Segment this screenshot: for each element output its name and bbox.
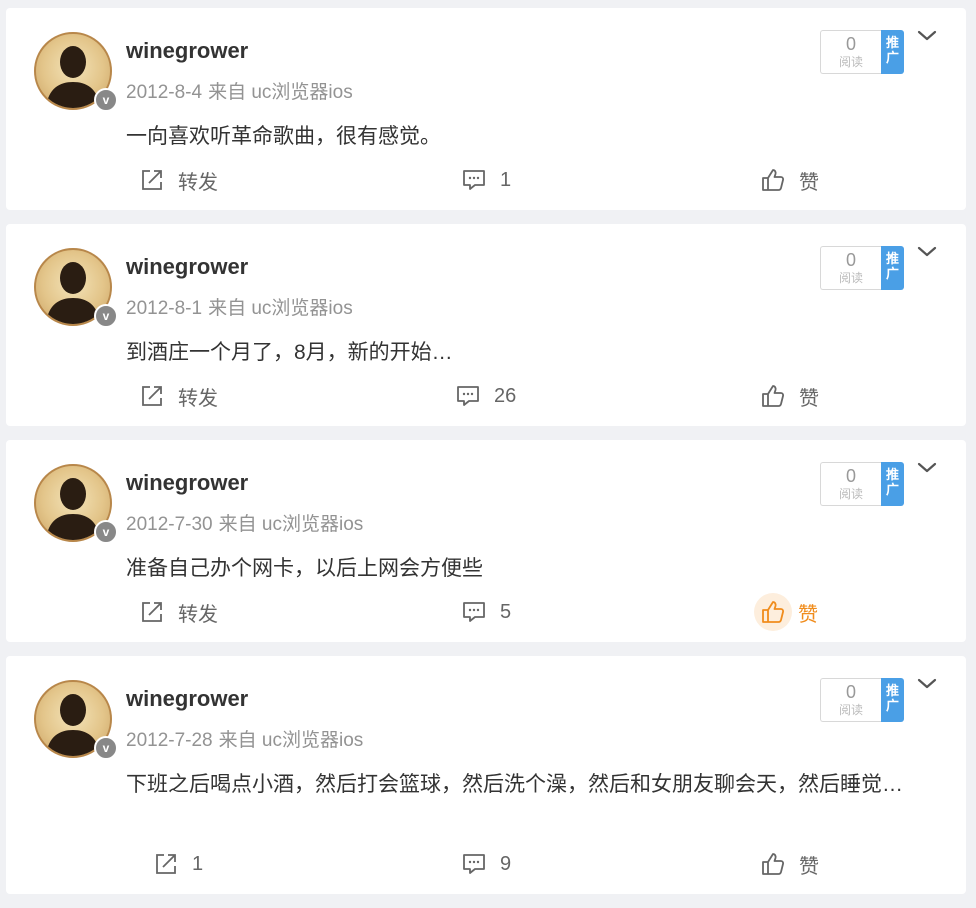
comment-bubble-icon bbox=[460, 850, 488, 878]
thumbs-up-icon bbox=[754, 593, 792, 631]
post-source: 来自 uc浏览器ios bbox=[218, 514, 364, 535]
forward-button[interactable]: 转发 bbox=[138, 376, 218, 416]
forward-label: 转发 bbox=[178, 387, 218, 410]
promote-widget[interactable]: 0 阅读 推广 bbox=[820, 678, 904, 722]
share-box-icon bbox=[152, 850, 180, 878]
read-label: 阅读 bbox=[838, 271, 863, 285]
post-source: 来自 uc浏览器ios bbox=[208, 298, 353, 319]
username[interactable]: winegrower bbox=[126, 686, 248, 712]
forward-button[interactable]: 转发 bbox=[138, 592, 218, 632]
read-count-box: 0 阅读 bbox=[820, 246, 881, 290]
forward-button[interactable]: 转发 bbox=[138, 160, 218, 200]
post-card: v winegrower 2012-8-4 来自 uc浏览器ios 一向喜欢听革命… bbox=[6, 8, 966, 210]
like-button[interactable]: 赞 bbox=[759, 160, 819, 200]
share-box-icon bbox=[138, 166, 166, 194]
thumbs-up-icon bbox=[759, 850, 787, 878]
weibo-feed: v winegrower 2012-8-4 来自 uc浏览器ios 一向喜欢听革命… bbox=[6, 8, 966, 908]
like-label: 赞 bbox=[799, 387, 819, 410]
post-source: 来自 uc浏览器ios bbox=[218, 730, 364, 751]
avatar[interactable]: v bbox=[34, 464, 118, 544]
chevron-down-icon[interactable] bbox=[916, 676, 938, 692]
verified-badge-icon: v bbox=[94, 520, 118, 544]
post-source: 来自 uc浏览器ios bbox=[208, 82, 353, 103]
post-text: 准备自己办个网卡，以后上网会方便些 bbox=[126, 557, 483, 580]
comment-button[interactable]: 1 bbox=[460, 160, 511, 200]
thumbs-up-icon bbox=[759, 382, 787, 410]
post-text: 一向喜欢听革命歌曲，很有感觉。 bbox=[126, 125, 441, 148]
promote-button[interactable]: 推广 bbox=[881, 30, 904, 74]
verified-badge-icon: v bbox=[94, 304, 118, 328]
promote-widget[interactable]: 0 阅读 推广 bbox=[820, 246, 904, 290]
forward-count: 1 bbox=[192, 852, 204, 875]
post-meta: 2012-7-28 来自 uc浏览器ios bbox=[126, 725, 363, 752]
comment-count: 5 bbox=[500, 600, 512, 623]
promote-button[interactable]: 推广 bbox=[881, 462, 904, 506]
like-button[interactable]: 赞 bbox=[754, 592, 818, 632]
comment-button[interactable]: 9 bbox=[460, 844, 511, 884]
comment-bubble-icon bbox=[454, 382, 482, 410]
like-button[interactable]: 赞 bbox=[759, 844, 819, 884]
read-count: 0 bbox=[845, 682, 856, 702]
comment-count: 26 bbox=[494, 384, 517, 407]
post-meta: 2012-7-30 来自 uc浏览器ios bbox=[126, 509, 363, 536]
comment-button[interactable]: 5 bbox=[460, 592, 511, 632]
post-date[interactable]: 2012-8-4 bbox=[126, 82, 202, 103]
like-label: 赞 bbox=[799, 171, 819, 194]
forward-label: 转发 bbox=[178, 171, 218, 194]
action-bar: 转发 26 赞 bbox=[6, 376, 966, 416]
username[interactable]: winegrower bbox=[126, 470, 248, 496]
avatar[interactable]: v bbox=[34, 680, 118, 760]
read-count: 0 bbox=[845, 34, 856, 54]
share-box-icon bbox=[138, 382, 166, 410]
read-label: 阅读 bbox=[838, 487, 863, 501]
post-text: 到酒庄一个月了，8月，新的开始… bbox=[126, 341, 453, 364]
promote-widget[interactable]: 0 阅读 推广 bbox=[820, 30, 904, 74]
post-text: 下班之后喝点小酒，然后打会篮球，然后洗个澡，然后和女朋友聊会天，然后睡觉… bbox=[126, 773, 903, 796]
avatar[interactable]: v bbox=[34, 248, 118, 328]
forward-label: 转发 bbox=[178, 603, 218, 626]
read-count: 0 bbox=[845, 466, 856, 486]
verified-badge-icon: v bbox=[94, 88, 118, 112]
avatar[interactable]: v bbox=[34, 32, 118, 112]
forward-button[interactable]: 1 bbox=[152, 844, 203, 884]
read-count-box: 0 阅读 bbox=[820, 678, 881, 722]
promote-button[interactable]: 推广 bbox=[881, 246, 904, 290]
comment-bubble-icon bbox=[460, 598, 488, 626]
read-count-box: 0 阅读 bbox=[820, 30, 881, 74]
like-button[interactable]: 赞 bbox=[759, 376, 819, 416]
action-bar: 转发 1 赞 bbox=[6, 160, 966, 200]
post-date[interactable]: 2012-8-1 bbox=[126, 298, 202, 319]
chevron-down-icon[interactable] bbox=[916, 28, 938, 44]
action-bar: 1 9 赞 bbox=[6, 844, 966, 884]
post-card: v winegrower 2012-7-30 来自 uc浏览器ios 准备自己办个… bbox=[6, 440, 966, 642]
promote-button[interactable]: 推广 bbox=[881, 678, 904, 722]
action-bar: 转发 5 赞 bbox=[6, 592, 966, 632]
thumbs-up-icon bbox=[759, 166, 787, 194]
promote-widget[interactable]: 0 阅读 推广 bbox=[820, 462, 904, 506]
comment-count: 9 bbox=[500, 852, 512, 875]
read-count: 0 bbox=[845, 250, 856, 270]
like-label: 赞 bbox=[799, 855, 819, 878]
share-box-icon bbox=[138, 598, 166, 626]
read-label: 阅读 bbox=[838, 703, 863, 717]
post-meta: 2012-8-1 来自 uc浏览器ios bbox=[126, 293, 353, 320]
comment-button[interactable]: 26 bbox=[454, 376, 516, 416]
post-card: v winegrower 2012-8-1 来自 uc浏览器ios 到酒庄一个月了… bbox=[6, 224, 966, 426]
username[interactable]: winegrower bbox=[126, 254, 248, 280]
post-meta: 2012-8-4 来自 uc浏览器ios bbox=[126, 77, 353, 104]
read-count-box: 0 阅读 bbox=[820, 462, 881, 506]
read-label: 阅读 bbox=[838, 55, 863, 69]
verified-badge-icon: v bbox=[94, 736, 118, 760]
comment-count: 1 bbox=[500, 168, 512, 191]
like-label: 赞 bbox=[798, 603, 818, 626]
post-date[interactable]: 2012-7-28 bbox=[126, 730, 213, 751]
post-date[interactable]: 2012-7-30 bbox=[126, 514, 213, 535]
username[interactable]: winegrower bbox=[126, 38, 248, 64]
chevron-down-icon[interactable] bbox=[916, 460, 938, 476]
chevron-down-icon[interactable] bbox=[916, 244, 938, 260]
post-card: v winegrower 2012-7-28 来自 uc浏览器ios 下班之后喝点… bbox=[6, 656, 966, 894]
comment-bubble-icon bbox=[460, 166, 488, 194]
